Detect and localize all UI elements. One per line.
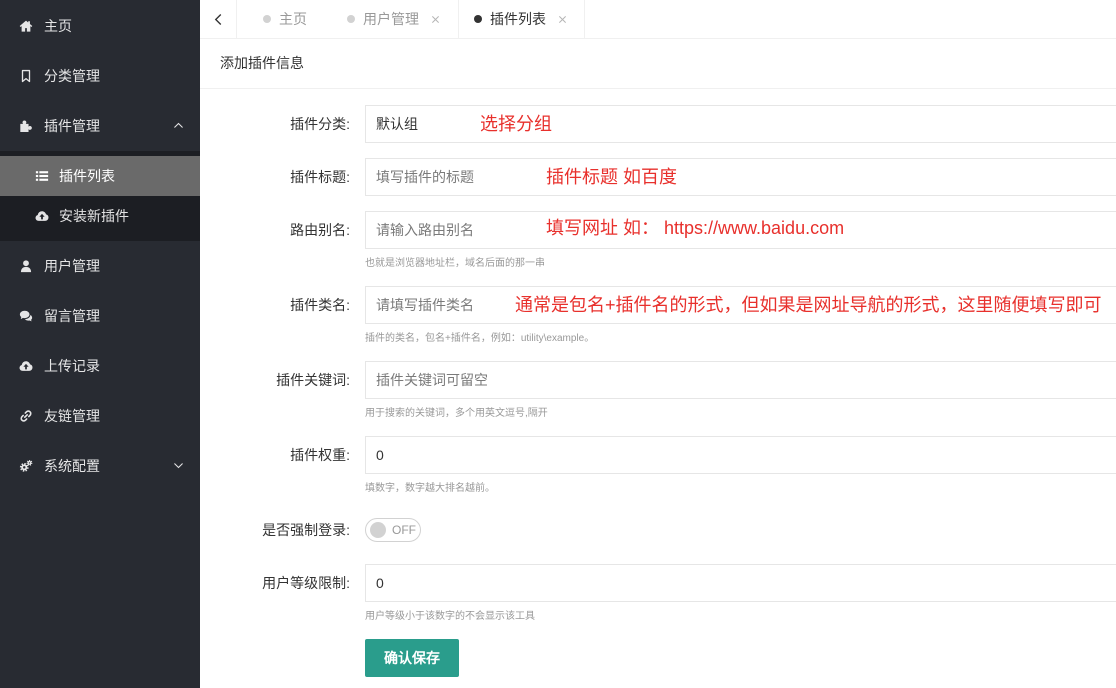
sidebar-item-users[interactable]: 用户管理 [0,241,200,291]
form-row-class-name: 插件类名: 通常是包名+插件名的形式，但如果是网址导航的形式，这里随便填写即可 … [200,286,1116,346]
bookmark-icon [19,69,33,83]
class-name-help: 插件的类名，包名+插件名，例如：utility\example。 [365,333,595,344]
form-row-level-limit: 用户等级限制: 用户等级小于该数字的不会显示该工具 [200,564,1116,624]
form-row-force-login: 是否强制登录: OFF [200,511,1116,549]
title-input[interactable] [365,158,1116,196]
sidebar-item-uploads[interactable]: 上传记录 [0,341,200,391]
route-alias-input[interactable] [365,211,1116,249]
force-login-label: 是否强制登录: [262,522,350,538]
form-row-title: 插件标题: 插件标题 如百度 [200,158,1116,196]
title-label: 插件标题: [290,169,350,185]
form-row-weight: 插件权重: 填数字，数字越大排名越前。 [200,436,1116,496]
category-field: 选择分组 [365,105,1116,143]
sidebar: 主页 分类管理 插件管理 插件列表 安装新插件 用户管理 留言管理 上传记录 友… [0,0,200,688]
tab-label: 插件列表 [490,11,546,27]
tab-status-dot [474,15,482,23]
sidebar-item-label: 留言管理 [44,308,100,324]
sidebar-item-categories[interactable]: 分类管理 [0,51,200,101]
sidebar-item-plugins[interactable]: 插件管理 [0,101,200,151]
cloud-upload-icon [19,359,33,373]
form-row-route-alias: 路由别名: 填写网址 如： https://www.baidu.com 也就是浏… [200,211,1116,271]
form-row-keywords: 插件关键词: 用于搜索的关键词，多个用英文逗号,隔开 [200,361,1116,421]
level-limit-field: 用户等级小于该数字的不会显示该工具 [365,564,1116,624]
sidebar-item-home[interactable]: 主页 [0,1,200,51]
class-name-field: 通常是包名+插件名的形式，但如果是网址导航的形式，这里随便填写即可 插件的类名，… [365,286,1116,346]
category-label: 插件分类: [290,116,350,132]
tab-home[interactable]: 主页 [237,0,332,38]
sidebar-item-label: 分类管理 [44,68,100,84]
category-select[interactable] [365,105,1116,143]
puzzle-icon [19,119,33,133]
link-icon [19,409,33,423]
tabs-scroll-left-button[interactable] [200,0,237,38]
keywords-help: 用于搜索的关键词，多个用英文逗号,隔开 [365,408,548,419]
sidebar-submenu-plugins: 插件列表 安装新插件 [0,151,200,241]
save-button[interactable]: 确认保存 [365,639,459,677]
sidebar-item-install-plugin[interactable]: 安装新插件 [0,196,200,236]
sidebar-item-label: 系统配置 [44,458,100,474]
chevron-left-icon [213,12,224,27]
sidebar-item-label: 上传记录 [44,358,100,374]
level-limit-input[interactable] [365,564,1116,602]
close-icon[interactable] [431,15,440,24]
sidebar-item-label: 插件列表 [59,168,115,184]
sidebar-item-label: 用户管理 [44,258,100,274]
weight-help: 填数字，数字越大排名越前。 [365,483,495,494]
title-field: 插件标题 如百度 [365,158,1116,196]
keywords-field: 用于搜索的关键词，多个用英文逗号,隔开 [365,361,1116,421]
sidebar-item-label: 主页 [44,18,72,34]
sidebar-item-settings[interactable]: 系统配置 [0,441,200,491]
route-alias-help: 也就是浏览器地址栏，域名后面的那一串 [365,258,545,269]
close-icon[interactable] [558,15,567,24]
form-actions: 确认保存 [200,639,1116,677]
route-alias-label: 路由别名: [290,222,350,238]
chevron-down-icon [172,459,185,472]
chevron-up-icon [172,119,185,132]
level-limit-label: 用户等级限制: [262,575,350,591]
toggle-state-text: OFF [392,523,416,537]
tab-status-dot [347,15,355,23]
class-name-input[interactable] [365,286,1116,324]
tab-label: 主页 [279,11,307,27]
force-login-toggle[interactable]: OFF [365,518,421,542]
class-name-label: 插件类名: [290,297,350,313]
tab-user-management[interactable]: 用户管理 [332,0,459,38]
weight-label: 插件权重: [290,447,350,463]
weight-field: 填数字，数字越大排名越前。 [365,436,1116,496]
user-icon [19,259,33,273]
keywords-input[interactable] [365,361,1116,399]
toggle-knob [370,522,386,538]
sidebar-item-links[interactable]: 友链管理 [0,391,200,441]
tab-plugin-list[interactable]: 插件列表 [459,0,585,38]
tab-status-dot [263,15,271,23]
plugin-form: 插件分类: 选择分组 插件标题: 插件标题 如百度 路由别名: 填写网址 如： … [200,89,1116,677]
form-row-category: 插件分类: 选择分组 [200,105,1116,143]
route-alias-field: 填写网址 如： https://www.baidu.com 也就是浏览器地址栏，… [365,211,1116,271]
cogs-icon [19,459,33,473]
page-tabs: 主页 用户管理 插件列表 [200,0,1116,39]
sidebar-item-plugin-list[interactable]: 插件列表 [0,156,200,196]
weight-input[interactable] [365,436,1116,474]
sidebar-item-label: 插件管理 [44,118,100,134]
cloud-upload-icon [35,209,49,223]
card-title: 添加插件信息 [200,39,1116,89]
sidebar-item-messages[interactable]: 留言管理 [0,291,200,341]
list-icon [35,169,49,183]
home-icon [19,19,33,33]
sidebar-item-label: 安装新插件 [59,208,129,224]
tab-label: 用户管理 [363,11,419,27]
sidebar-item-label: 友链管理 [44,408,100,424]
comments-icon [19,309,33,323]
main-content: 主页 用户管理 插件列表 添加插件信息 插件分类: 选择分组 [200,0,1116,688]
keywords-label: 插件关键词: [276,372,350,388]
level-limit-help: 用户等级小于该数字的不会显示该工具 [365,611,535,622]
force-login-field: OFF [365,511,1116,542]
